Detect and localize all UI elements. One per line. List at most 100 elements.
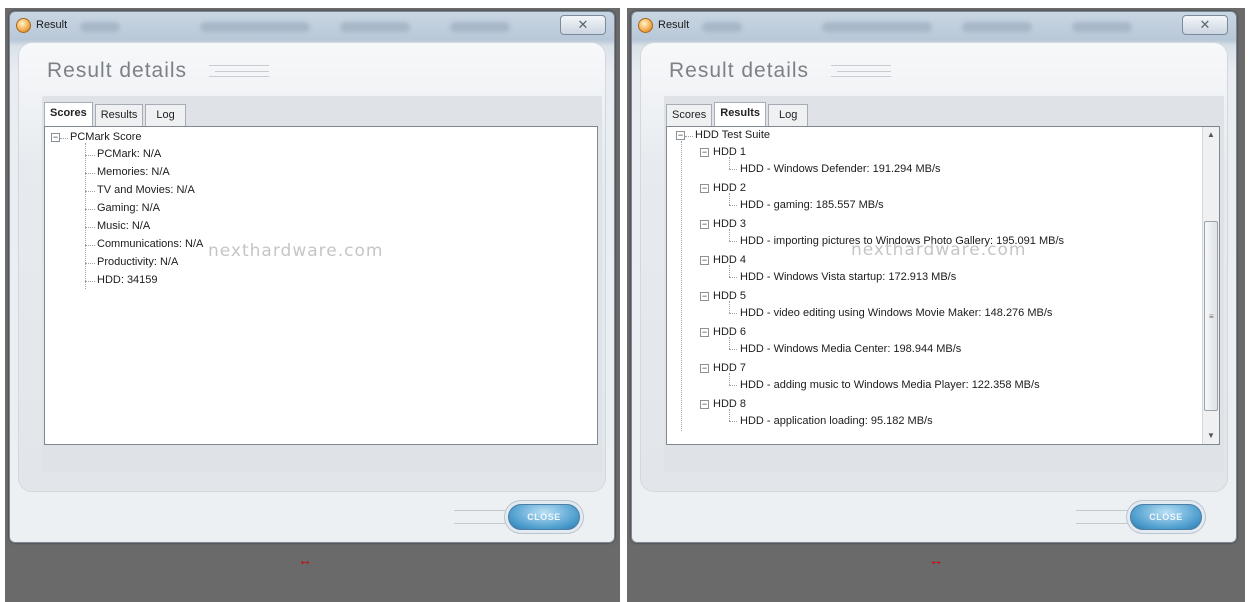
tab-results[interactable]: Results — [94, 104, 144, 126]
tree-connector — [729, 205, 737, 206]
collapse-icon[interactable]: − — [676, 131, 685, 140]
window-title: Result — [658, 19, 690, 31]
tree-item[interactable]: Communications: N/A — [97, 238, 203, 250]
tree-item[interactable]: Music: N/A — [97, 220, 150, 232]
tree-connector — [729, 421, 737, 422]
scores-tree-view[interactable]: − PCMark Score PCMark: N/A Memories: N/A… — [44, 126, 598, 445]
scrollbar-thumb[interactable]: ≡ — [1204, 221, 1218, 411]
tree-connector — [729, 385, 737, 386]
app-icon — [638, 18, 653, 33]
app-icon — [16, 18, 31, 33]
result-window-scores: Result ✕ Result details Scores Results L… — [9, 11, 615, 543]
tree-connector — [729, 193, 730, 205]
tab-scores[interactable]: Scores — [44, 102, 93, 126]
scroll-down-icon[interactable]: ▼ — [1203, 428, 1219, 444]
left-screenshot-pane: Result ✕ Result details Scores Results L… — [5, 8, 620, 602]
tree-item[interactable]: PCMark: N/A — [97, 148, 161, 160]
tree-result[interactable]: HDD - video editing using Windows Movie … — [740, 307, 1052, 319]
collapse-icon[interactable]: − — [700, 400, 709, 409]
title-blur — [340, 22, 410, 32]
tree-connector — [729, 277, 737, 278]
tree-connector — [85, 227, 95, 228]
collapse-icon[interactable]: − — [700, 220, 709, 229]
title-bar: Result ✕ — [632, 12, 1236, 42]
tree-result[interactable]: HDD - application loading: 95.182 MB/s — [740, 415, 933, 427]
tree-connector — [729, 409, 730, 421]
tab-control: Scores Results Log − HDD Test Suite − HD… — [664, 96, 1224, 472]
title-blur — [450, 22, 510, 32]
grip-icon: ≡ — [1209, 312, 1214, 321]
tree-connector — [60, 138, 68, 139]
results-tree-view[interactable]: − HDD Test Suite − HDD 1 HDD - Windows D… — [666, 126, 1220, 445]
tree-connector — [729, 169, 737, 170]
tree-item[interactable]: TV and Movies: N/A — [97, 184, 195, 196]
collapse-icon[interactable]: − — [51, 133, 60, 142]
heading-decoration — [209, 65, 269, 77]
collapse-icon[interactable]: − — [700, 292, 709, 301]
tab-results[interactable]: Results — [714, 102, 766, 126]
page-title: Result details — [669, 59, 810, 82]
heading-decoration — [831, 65, 891, 77]
tree-item[interactable]: Gaming: N/A — [97, 202, 160, 214]
tree-result[interactable]: HDD - Windows Media Center: 198.944 MB/s — [740, 343, 961, 355]
tree-connector — [729, 241, 737, 242]
tree-connector — [729, 373, 730, 385]
scroll-up-icon[interactable]: ▲ — [1203, 127, 1219, 143]
tree-result[interactable]: HDD - adding music to Windows Media Play… — [740, 379, 1040, 391]
tab-strip: Scores Results Log — [666, 102, 810, 126]
collapse-icon[interactable]: − — [700, 364, 709, 373]
window-close-button[interactable]: ✕ — [560, 15, 606, 35]
title-blur — [80, 22, 120, 32]
tree-connector — [85, 155, 95, 156]
tab-control: Scores Results Log − PCMark Score PCMark… — [42, 96, 602, 472]
resize-arrows-icon: ↔ — [298, 552, 312, 568]
window-close-button[interactable]: ✕ — [1182, 15, 1228, 35]
tree-connector — [729, 337, 730, 349]
title-blur — [822, 22, 932, 32]
close-button[interactable]: CLOSE — [1130, 504, 1202, 530]
result-window-results: Result ✕ Result details Scores Results L… — [631, 11, 1237, 543]
collapse-icon[interactable]: − — [700, 184, 709, 193]
tree-connector — [729, 265, 730, 277]
resize-arrows-icon: ↔ — [929, 552, 943, 568]
tree-item[interactable]: Productivity: N/A — [97, 256, 178, 268]
tab-log[interactable]: Log — [768, 104, 809, 126]
tree-result[interactable]: HDD - Windows Defender: 191.294 MB/s — [740, 163, 941, 175]
watermark: nexthardware.com — [851, 240, 1027, 260]
title-blur — [1072, 22, 1132, 32]
vertical-scrollbar[interactable]: ▲ ≡ ▼ — [1202, 127, 1219, 444]
tree-connector — [85, 191, 95, 192]
close-button[interactable]: CLOSE — [508, 504, 580, 530]
tree-connector — [729, 301, 730, 313]
tree-connector — [729, 349, 737, 350]
tree-connector — [681, 141, 682, 431]
tree-result[interactable]: HDD - gaming: 185.557 MB/s — [740, 199, 884, 211]
collapse-icon[interactable]: − — [700, 148, 709, 157]
tree-root[interactable]: HDD Test Suite — [695, 129, 770, 141]
page-title: Result details — [47, 59, 188, 82]
tree-connector — [85, 263, 95, 264]
tree-connector — [85, 143, 86, 289]
title-blur — [702, 22, 742, 32]
tree-item[interactable]: HDD: 34159 — [97, 274, 158, 286]
tree-connector — [729, 157, 730, 169]
window-title: Result — [36, 19, 68, 31]
right-screenshot-pane: Result ✕ Result details Scores Results L… — [627, 8, 1245, 602]
tree-connector — [85, 245, 95, 246]
tree-item[interactable]: Memories: N/A — [97, 166, 170, 178]
title-bar: Result ✕ — [10, 12, 614, 42]
tree-connector — [85, 173, 95, 174]
title-blur — [200, 22, 310, 32]
tab-log[interactable]: Log — [145, 104, 186, 126]
tab-scores[interactable]: Scores — [666, 104, 713, 126]
tree-connector — [729, 229, 730, 241]
watermark: nexthardware.com — [208, 241, 384, 261]
title-blur — [962, 22, 1032, 32]
tree-root[interactable]: PCMark Score — [70, 131, 142, 143]
tree-connector — [729, 313, 737, 314]
collapse-icon[interactable]: − — [700, 256, 709, 265]
collapse-icon[interactable]: − — [700, 328, 709, 337]
tree-result[interactable]: HDD - Windows Vista startup: 172.913 MB/… — [740, 271, 956, 283]
tree-connector — [85, 281, 95, 282]
tab-strip: Scores Results Log — [44, 102, 188, 126]
